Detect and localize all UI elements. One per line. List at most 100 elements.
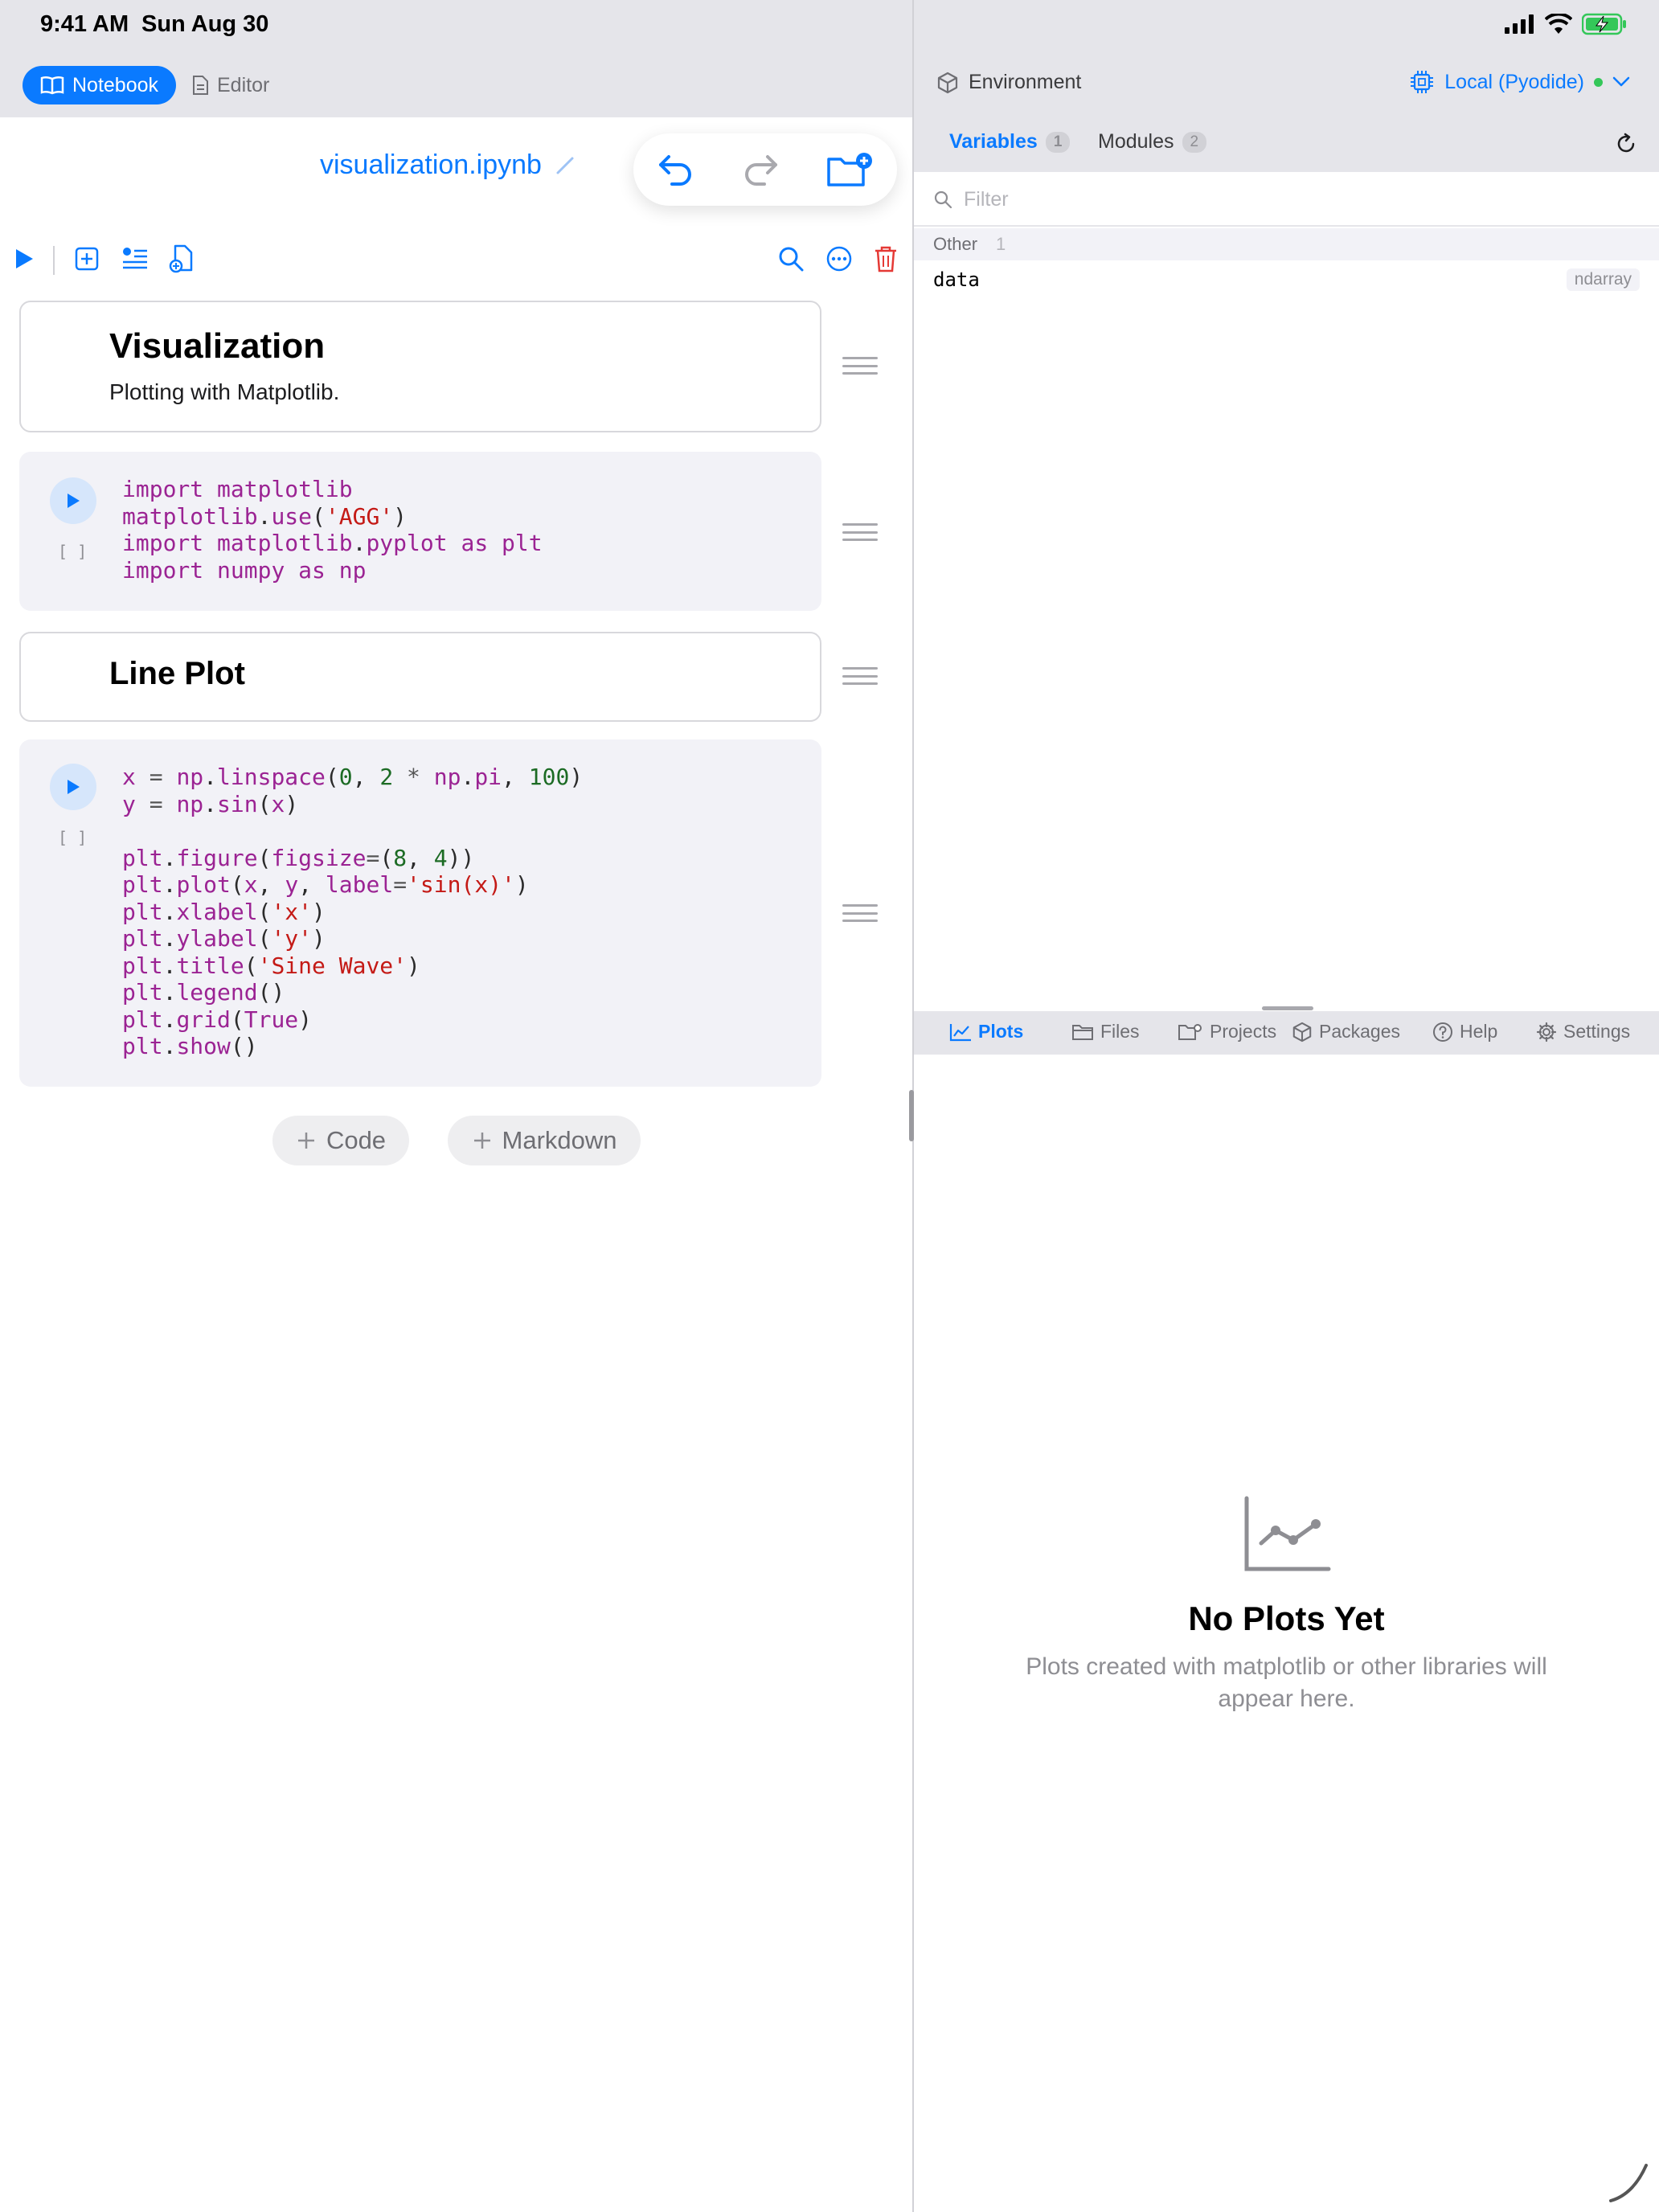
notebook-toolbar [0,236,912,285]
cellular-signal-icon [1505,14,1534,34]
wifi-icon [1545,14,1572,34]
runtime-selector[interactable]: Local (Pyodide) [1409,69,1630,95]
tab-plots[interactable]: Plots [949,1021,1023,1043]
document-icon [193,76,208,95]
tab-modules[interactable]: Modules 2 [1098,130,1207,154]
cell-drag-handle[interactable] [842,523,878,541]
play-icon [16,249,33,268]
group-count: 1 [996,234,1006,254]
markdown-cell[interactable]: Visualization Plotting with Matplotlib. [19,301,821,432]
cell-drag-handle[interactable] [842,904,878,922]
markdown-cell[interactable]: Line Plot [19,632,821,722]
trash-icon [875,246,896,272]
redo-icon[interactable] [742,152,779,187]
add-markdown-cell-button[interactable] [119,243,151,275]
book-icon [40,76,64,95]
cell-heading: Line Plot [109,656,245,691]
group-name: Other [933,234,978,254]
play-icon [68,780,80,794]
new-folder-icon[interactable] [826,151,873,188]
execution-count: [ ] [58,542,88,561]
pencil-hover-indicator-icon [1609,2164,1648,2202]
tab-count-badge: 1 [1045,131,1071,153]
tab-settings[interactable]: Settings [1536,1021,1630,1043]
refresh-icon[interactable] [1614,132,1638,156]
add-cell-button[interactable] [71,243,103,275]
floating-action-bar [633,133,897,206]
variable-group-header: Other 1 [914,228,1659,260]
chevron-down-icon [1612,76,1630,87]
cpu-icon [1411,71,1434,93]
cell-drag-handle[interactable] [842,357,878,375]
environment-title: Environment [936,71,1081,94]
play-icon [68,494,80,508]
gear-icon [1536,1022,1557,1042]
tab-help[interactable]: Help [1432,1021,1497,1043]
variable-type-badge: ndarray [1566,268,1640,291]
plus-icon [297,1133,314,1149]
add-code-cell-button[interactable]: Code [272,1116,409,1165]
environment-header: Environment Local (Pyodide) [914,51,1659,117]
status-icons [1505,13,1627,35]
folder-icon [1072,1024,1093,1040]
code-cell[interactable]: [ ] x = np.linspace(0, 2 * np.pi, 100) y… [19,739,821,1087]
tab-label: Packages [1319,1021,1401,1042]
tab-projects[interactable]: Projects [1178,1021,1276,1043]
delete-button[interactable] [870,243,902,275]
variable-name: data [933,268,980,291]
plus-icon [473,1133,490,1149]
ellipsis-circle-icon [826,246,852,272]
tab-label: Projects [1210,1021,1277,1042]
panel-splitter-handle[interactable] [1262,1006,1313,1010]
notebook-mode-button[interactable]: Notebook [23,66,177,104]
runtime-label: Local (Pyodide) [1444,70,1584,93]
cell-drag-handle[interactable] [842,667,878,685]
empty-state-subtitle: Plots created with matplotlib or other l… [1026,1653,1547,1712]
notebook-mode-label: Notebook [72,73,159,96]
add-markdown-cell-button[interactable]: Markdown [448,1116,641,1165]
cube-icon [1292,1022,1312,1042]
tab-label: Files [1100,1021,1140,1042]
environment-label: Environment [969,71,1082,93]
tab-label: Variables [949,130,1038,153]
question-circle-icon [1433,1022,1452,1042]
search-button[interactable] [775,243,807,275]
notebook-filename: visualization.ipynb [320,150,542,180]
battery-charging-icon [1582,13,1626,35]
cell-text: Plotting with Matplotlib. [109,379,340,404]
new-document-button[interactable] [166,243,198,275]
variable-row[interactable]: data ndarray [914,262,1659,299]
folder-settings-icon [1178,1023,1202,1040]
runtime-status-dot [1594,77,1603,87]
code-editor[interactable]: x = np.linspace(0, 2 * np.pi, 100) y = n… [122,764,583,1060]
filter-placeholder: Filter [964,188,1009,211]
run-all-button[interactable] [8,243,40,275]
tab-count-badge: 2 [1182,131,1207,153]
code-editor[interactable]: import matplotlib matplotlib.use('AGG') … [122,476,543,584]
run-cell-button[interactable] [50,477,96,524]
tab-variables[interactable]: Variables 1 [949,130,1071,154]
add-code-label: Code [326,1126,387,1154]
search-icon [779,247,804,272]
variables-filter[interactable]: Filter [914,172,1659,227]
tab-files[interactable]: Files [1071,1021,1140,1043]
empty-state-title: No Plots Yet [1188,1600,1385,1637]
undo-icon[interactable] [657,152,694,187]
cube-icon [937,72,958,93]
status-date: Sun Aug 30 [141,11,269,37]
run-cell-button[interactable] [50,764,96,810]
execution-count: [ ] [58,828,88,847]
more-options-button[interactable] [823,243,855,275]
document-plus-icon [169,244,193,273]
notebook-pane: visualization.ipynb Visualization Plotti… [0,117,912,2212]
add-markdown-label: Markdown [502,1126,617,1154]
tab-packages[interactable]: Packages [1292,1021,1400,1043]
editor-mode-button[interactable]: Editor [183,66,277,104]
text-list-icon [123,248,147,269]
cell-heading: Visualization [109,326,326,366]
editor-mode-label: Editor [217,73,270,96]
tab-label: Modules [1098,130,1174,153]
notebook-title[interactable]: visualization.ipynb [320,150,576,181]
pane-resize-handle[interactable] [909,1090,914,1141]
code-cell[interactable]: [ ] import matplotlib matplotlib.use('AG… [19,452,821,611]
